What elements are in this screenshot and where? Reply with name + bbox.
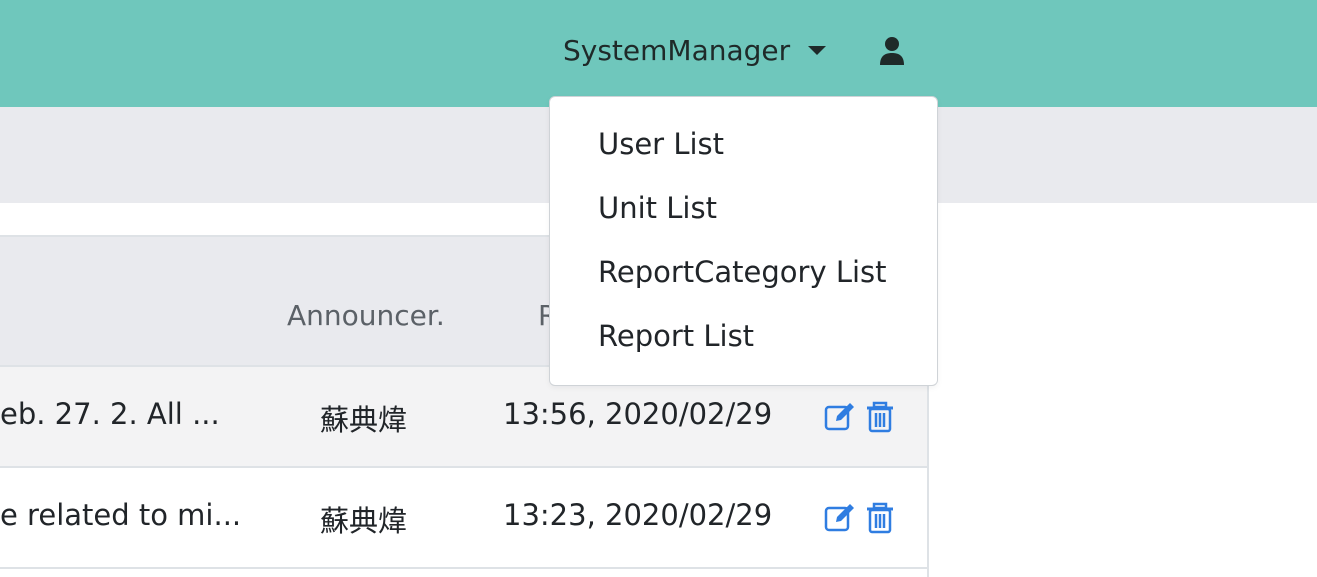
menu-item-reportcategory-list[interactable]: ReportCategory List <box>598 255 887 289</box>
edit-icon[interactable] <box>824 502 856 534</box>
row-title[interactable]: eb. 27. 2. All ... <box>0 397 260 431</box>
user-dropdown-menu: User List Unit List ReportCategory List … <box>549 96 938 386</box>
user-icon[interactable] <box>878 36 906 66</box>
trash-icon[interactable] <box>864 502 896 534</box>
edit-icon[interactable] <box>824 401 856 433</box>
row-announcer: 蘇典煒 <box>320 504 408 538</box>
menu-item-unit-list[interactable]: Unit List <box>598 191 717 225</box>
table-row: e related to mi... 蘇典煒 13:23, 2020/02/29 <box>0 468 927 569</box>
menu-item-report-list[interactable]: Report List <box>598 319 754 353</box>
menu-item-user-list[interactable]: User List <box>598 127 724 161</box>
row-time: 13:56, 2020/02/29 <box>503 397 773 431</box>
caret-down-icon <box>808 45 827 55</box>
user-menu-label: SystemManager <box>563 33 791 67</box>
user-menu-toggle[interactable]: SystemManager <box>563 30 827 70</box>
header-announcer: Announcer. <box>287 299 445 332</box>
row-title[interactable]: e related to mi... <box>0 498 260 532</box>
row-announcer: 蘇典煒 <box>320 403 408 437</box>
row-time: 13:23, 2020/02/29 <box>503 498 773 532</box>
trash-icon[interactable] <box>864 401 896 433</box>
top-navbar: SystemManager <box>0 0 1317 107</box>
